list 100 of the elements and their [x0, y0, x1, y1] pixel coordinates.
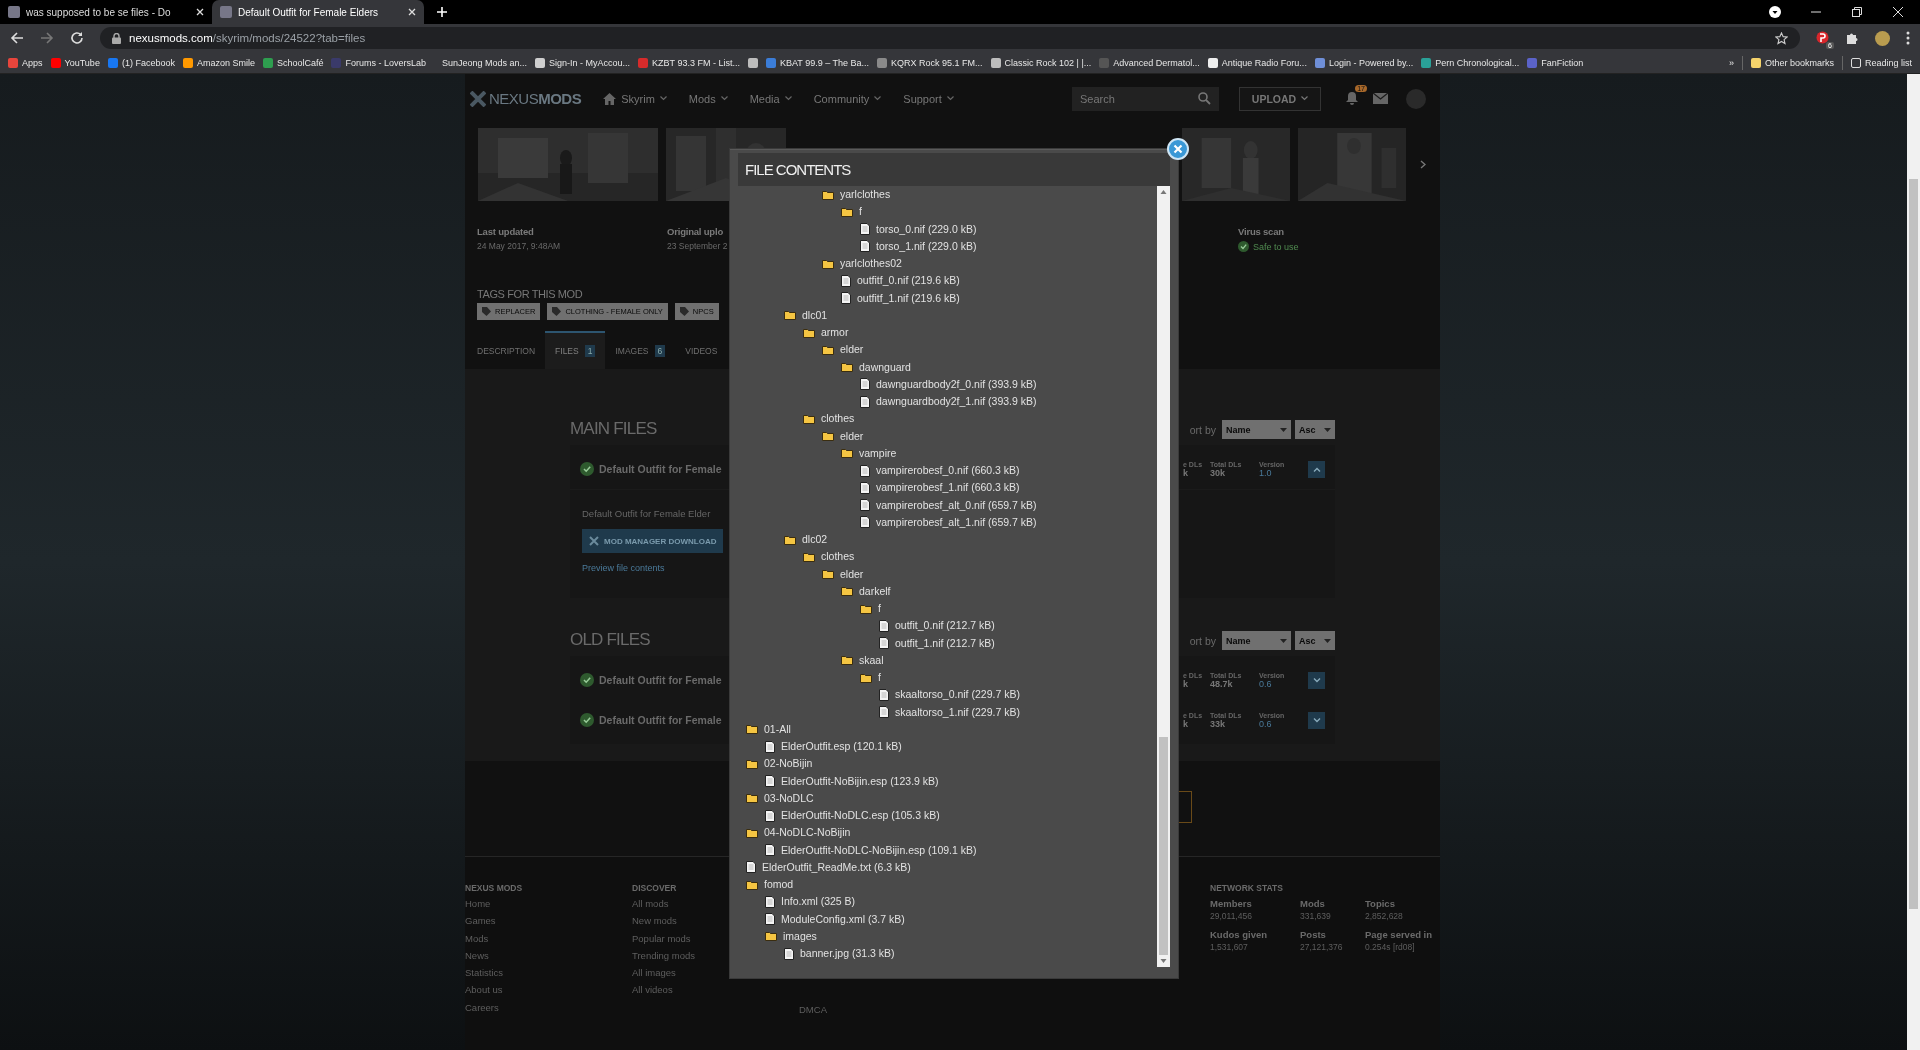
- mail-icon[interactable]: [1373, 93, 1388, 104]
- forward-icon[interactable]: [40, 31, 54, 45]
- sort-dropdown[interactable]: Name: [1222, 420, 1291, 439]
- bookmark[interactable]: Forums - LoversLab: [331, 57, 426, 68]
- reload-icon[interactable]: [70, 31, 84, 45]
- address-field[interactable]: nexusmods.com/skyrim/mods/24522?tab=files: [100, 27, 1800, 49]
- bookmark[interactable]: Classic Rock 102 | |...: [990, 57, 1092, 68]
- search-icon[interactable]: [1198, 91, 1211, 105]
- bell-icon[interactable]: [1345, 91, 1359, 106]
- browser-tab[interactable]: was supposed to be se files - Do: [0, 0, 212, 24]
- tree-item[interactable]: skaaltorso_1.nif (229.7 kB): [738, 703, 1157, 721]
- tree-item[interactable]: vampirerobesf_alt_0.nif (659.7 kB): [738, 496, 1157, 514]
- tree-item[interactable]: fomod: [738, 876, 1157, 894]
- bookmark[interactable]: Amazon Smile: [182, 57, 255, 68]
- tree-item[interactable]: outfit_1.nif (212.7 kB): [738, 634, 1157, 652]
- bookmark[interactable]: Antique Radio Foru...: [1207, 57, 1307, 68]
- tree-item[interactable]: torso_0.nif (229.0 kB): [738, 220, 1157, 238]
- nav-menu[interactable]: Support: [903, 92, 954, 105]
- tree-item[interactable]: armor: [738, 324, 1157, 342]
- bookmark[interactable]: Login - Powered by...: [1314, 57, 1414, 68]
- tree-item[interactable]: 04-NoDLC-NoBijin: [738, 824, 1157, 842]
- bookmark[interactable]: YouTube: [50, 57, 100, 68]
- bookmark[interactable]: (1) Facebook: [107, 57, 175, 68]
- extension-icon[interactable]: [1816, 31, 1829, 45]
- content-tab[interactable]: DESCRIPTION: [467, 331, 546, 369]
- bookmark-folder[interactable]: Other bookmarks: [1750, 57, 1834, 68]
- tree-item[interactable]: clothes: [738, 548, 1157, 566]
- tree-item[interactable]: outfit_0.nif (212.7 kB): [738, 617, 1157, 635]
- tree-item[interactable]: yarlclothes: [738, 186, 1157, 204]
- tree-item[interactable]: 01-All: [738, 720, 1157, 738]
- avatar-icon[interactable]: [1875, 30, 1890, 46]
- content-tab[interactable]: FILES 1: [545, 331, 606, 369]
- expand-button[interactable]: [1308, 460, 1325, 478]
- tree-item[interactable]: dlc01: [738, 306, 1157, 324]
- tree-item[interactable]: images: [738, 927, 1157, 945]
- expand-button[interactable]: [1308, 711, 1325, 729]
- profile-icon[interactable]: [1769, 6, 1781, 18]
- tree-item[interactable]: 02-NoBijin: [738, 755, 1157, 773]
- nav-menu[interactable]: Skyrim: [603, 92, 667, 105]
- tree-item[interactable]: torso_1.nif (229.0 kB): [738, 237, 1157, 255]
- close-icon[interactable]: [196, 8, 204, 16]
- bookmark[interactable]: KZBT 93.3 FM - List...: [638, 57, 740, 68]
- tree-item[interactable]: dlc02: [738, 531, 1157, 549]
- scrollbar[interactable]: [1907, 74, 1920, 1050]
- expand-button[interactable]: [1308, 671, 1325, 689]
- content-tab[interactable]: IMAGES 6: [605, 331, 676, 369]
- tree-item[interactable]: banner.jpg (31.3 kB): [738, 945, 1157, 963]
- puzzle-icon[interactable]: [1845, 31, 1859, 45]
- tree-item[interactable]: vampire: [738, 444, 1157, 462]
- site-logo[interactable]: NEXUSMODS: [489, 90, 582, 107]
- tree-item[interactable]: elder: [738, 341, 1157, 359]
- bookmark[interactable]: KBAT 99.9 – The Ba...: [765, 57, 870, 68]
- tree-item[interactable]: f: [738, 600, 1157, 618]
- scrollbar-thumb[interactable]: [1159, 737, 1168, 955]
- bookmark[interactable]: SchoolCafé: [262, 57, 324, 68]
- nav-menu[interactable]: Media: [749, 92, 792, 105]
- tree-item[interactable]: outfitf_1.nif (219.6 kB): [738, 289, 1157, 307]
- bookmark[interactable]: KQRX Rock 95.1 FM...: [877, 57, 983, 68]
- chevron-right-icon[interactable]: [1420, 160, 1426, 169]
- bookmark[interactable]: Apps: [8, 57, 43, 68]
- tree-item[interactable]: vampirerobesf_0.nif (660.3 kB): [738, 462, 1157, 480]
- tree-item[interactable]: f: [738, 669, 1157, 687]
- tree-item[interactable]: elder: [738, 427, 1157, 445]
- tree-item[interactable]: ElderOutfit-NoBijin.esp (123.9 kB): [738, 772, 1157, 790]
- tree-item[interactable]: f: [738, 203, 1157, 221]
- tree-item[interactable]: clothes: [738, 410, 1157, 428]
- download-button[interactable]: MOD MANAGER DOWNLOAD: [582, 529, 724, 553]
- reading-list-button[interactable]: Reading list: [1850, 57, 1912, 68]
- tree-item[interactable]: 03-NoDLC: [738, 789, 1157, 807]
- tree-item[interactable]: elder: [738, 565, 1157, 583]
- tree-item[interactable]: skaal: [738, 651, 1157, 669]
- bookmark[interactable]: Sign-In - MyAccou...: [535, 57, 631, 68]
- browser-tab[interactable]: Default Outfit for Female Elders: [212, 0, 424, 24]
- tree-item[interactable]: skaaltorso_0.nif (229.7 kB): [738, 686, 1157, 704]
- close-icon[interactable]: [1892, 6, 1904, 18]
- tree-item[interactable]: ElderOutfit-NoDLC.esp (105.3 kB): [738, 807, 1157, 825]
- tree-item[interactable]: ElderOutfit.esp (120.1 kB): [738, 738, 1157, 756]
- menu-icon[interactable]: [1906, 31, 1910, 45]
- bookmark[interactable]: Advanced Dermatol...: [1099, 57, 1200, 68]
- tree-item[interactable]: vampirerobesf_alt_1.nif (659.7 kB): [738, 513, 1157, 531]
- nav-menu[interactable]: Community: [813, 92, 882, 105]
- order-dropdown[interactable]: Asc: [1295, 631, 1335, 650]
- tree-item[interactable]: dawnguardbody2f_1.nif (393.9 kB): [738, 393, 1157, 411]
- tree-item[interactable]: ElderOutfit-NoDLC-NoBijin.esp (109.1 kB): [738, 841, 1157, 859]
- scrollbar-thumb[interactable]: [1909, 179, 1918, 909]
- nav-menu[interactable]: Mods: [688, 92, 728, 105]
- tree-item[interactable]: ModuleConfig.xml (3.7 kB): [738, 910, 1157, 928]
- new-tab-icon[interactable]: [436, 6, 448, 18]
- tree-item[interactable]: vampirerobesf_1.nif (660.3 kB): [738, 479, 1157, 497]
- tree-item[interactable]: dawnguard: [738, 358, 1157, 376]
- sort-dropdown[interactable]: Name: [1222, 631, 1291, 650]
- bookmark[interactable]: FanFiction: [1527, 57, 1584, 68]
- search-field[interactable]: Search: [1072, 86, 1219, 111]
- overflow-button[interactable]: »: [1728, 57, 1734, 68]
- content-tab[interactable]: VIDEOS: [675, 331, 728, 369]
- scrollbar[interactable]: [1157, 186, 1170, 967]
- tree-item[interactable]: yarlclothes02: [738, 255, 1157, 273]
- restore-icon[interactable]: [1851, 6, 1863, 18]
- tree-item[interactable]: darkelf: [738, 582, 1157, 600]
- star-icon[interactable]: [1775, 31, 1788, 45]
